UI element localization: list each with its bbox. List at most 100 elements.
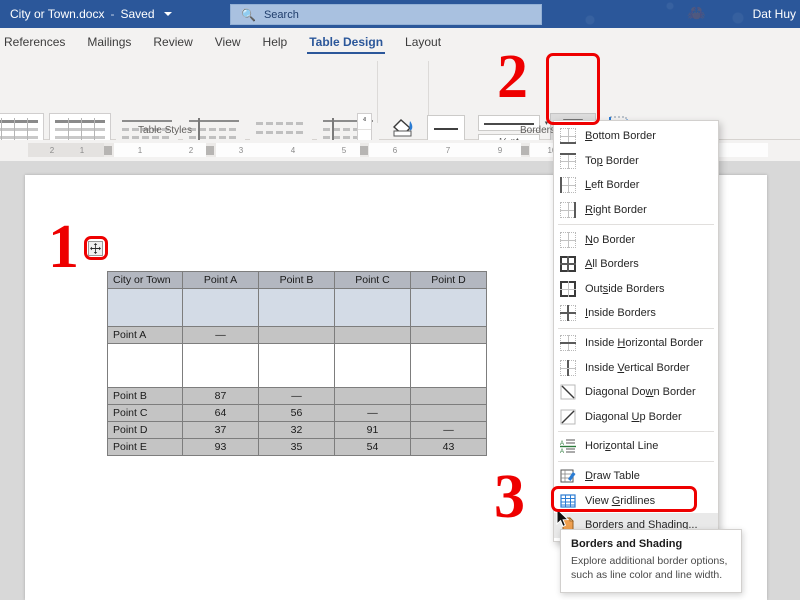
table-cell[interactable]: 54 xyxy=(335,439,411,456)
borders-dropdown-menu[interactable]: Bottom Border Top Border Left Border Rig… xyxy=(553,120,719,542)
table-cell[interactable] xyxy=(259,327,335,344)
menu-separator xyxy=(558,431,714,432)
tab-mailings[interactable]: Mailings xyxy=(76,28,142,55)
ruler-mark: 5 xyxy=(342,146,346,155)
table-cell[interactable] xyxy=(335,289,411,327)
table-cell[interactable] xyxy=(259,289,335,327)
draw-table-icon xyxy=(560,468,576,484)
search-placeholder: Search xyxy=(264,9,299,21)
table-cell[interactable] xyxy=(335,388,411,405)
table-cell[interactable]: 43 xyxy=(411,439,487,456)
tab-help[interactable]: Help xyxy=(252,28,299,55)
table-cell[interactable] xyxy=(259,344,335,388)
search-input[interactable]: 🔍 Search xyxy=(230,4,542,25)
table-cell[interactable]: 32 xyxy=(259,422,335,439)
table-header-cell[interactable]: City or Town xyxy=(108,272,183,289)
tab-view[interactable]: View xyxy=(204,28,252,55)
menu-item-diagonal-up-border[interactable]: Diagonal Up Border xyxy=(554,405,718,430)
menu-item-right-border[interactable]: Right Border xyxy=(554,198,718,223)
menu-item-label: Diagonal Up Border xyxy=(585,411,682,423)
menu-item-no-border[interactable]: No Border xyxy=(554,227,718,252)
table-cell[interactable]: Point B xyxy=(108,388,183,405)
table-row[interactable]: Point E 93 35 54 43 xyxy=(108,439,487,456)
table-cell[interactable]: Point D xyxy=(108,422,183,439)
table-row[interactable]: Point C 64 56 — xyxy=(108,405,487,422)
table-cell[interactable]: Point E xyxy=(108,439,183,456)
table-cell[interactable]: 37 xyxy=(183,422,259,439)
table-cell[interactable] xyxy=(411,327,487,344)
annotation-rect-3 xyxy=(551,486,697,512)
table-header-cell[interactable]: Point D xyxy=(411,272,487,289)
table-cell[interactable]: — xyxy=(259,388,335,405)
table-cell[interactable] xyxy=(183,289,259,327)
ruler-mark: 6 xyxy=(393,146,397,155)
table-cell[interactable] xyxy=(411,388,487,405)
table-cell[interactable] xyxy=(411,344,487,388)
menu-item-bottom-border[interactable]: Bottom Border xyxy=(554,124,718,149)
table-header-row: City or Town Point A Point B Point C Poi… xyxy=(108,272,487,289)
menu-item-inside-horizontal-border[interactable]: Inside Horizontal Border xyxy=(554,331,718,356)
menu-item-all-borders[interactable]: All Borders xyxy=(554,252,718,277)
menu-item-outside-borders[interactable]: Outside Borders xyxy=(554,277,718,302)
table-cell[interactable]: 64 xyxy=(183,405,259,422)
table-cell[interactable] xyxy=(335,327,411,344)
chevron-down-icon[interactable] xyxy=(164,12,172,16)
ruler-tab-stop[interactable] xyxy=(521,146,529,155)
table-cell[interactable]: Point A xyxy=(108,327,183,344)
table-cell[interactable] xyxy=(108,289,183,327)
annotation-rect-2 xyxy=(546,53,600,125)
menu-item-inside-vertical-border[interactable]: Inside Vertical Border xyxy=(554,355,718,380)
ruler-mark: 2 xyxy=(189,146,193,155)
tab-review[interactable]: Review xyxy=(142,28,203,55)
gallery-scroll-up-button[interactable]: ⱏ xyxy=(358,114,371,130)
table-cell[interactable]: — xyxy=(411,422,487,439)
table-cell[interactable] xyxy=(411,405,487,422)
right-border-icon xyxy=(560,202,576,218)
tab-references[interactable]: References xyxy=(2,28,76,55)
tab-label: Layout xyxy=(405,35,441,49)
table-cell[interactable]: Point C xyxy=(108,405,183,422)
tooltip-title: Borders and Shading xyxy=(571,538,731,550)
table-cell[interactable] xyxy=(335,344,411,388)
table-cell[interactable] xyxy=(183,344,259,388)
table-cell[interactable] xyxy=(108,344,183,388)
document-title[interactable]: City or Town.docx - Saved xyxy=(10,0,172,28)
table-header-cell[interactable]: Point A xyxy=(183,272,259,289)
table-row[interactable]: Point A — xyxy=(108,327,487,344)
user-account[interactable]: Dat Huy xyxy=(753,0,796,28)
menu-item-label: No Border xyxy=(585,234,635,246)
tab-layout[interactable]: Layout xyxy=(394,28,452,55)
inside-vertical-border-icon xyxy=(560,360,576,376)
menu-item-top-border[interactable]: Top Border xyxy=(554,149,718,174)
menu-item-draw-table[interactable]: Draw Table xyxy=(554,464,718,489)
menu-item-label: All Borders xyxy=(585,258,639,270)
table-cell[interactable]: — xyxy=(183,327,259,344)
menu-item-diagonal-down-border[interactable]: Diagonal Down Border xyxy=(554,380,718,405)
menu-item-horizontal-line[interactable]: A A Horizontal Line xyxy=(554,434,718,459)
menu-item-label: Horizontal Line xyxy=(585,440,658,452)
ruler-tab-stop[interactable] xyxy=(206,146,214,155)
table-cell[interactable]: 87 xyxy=(183,388,259,405)
table-cell[interactable]: 93 xyxy=(183,439,259,456)
table-cell[interactable]: 35 xyxy=(259,439,335,456)
ruler-tab-stop[interactable] xyxy=(104,146,112,155)
table-row[interactable] xyxy=(108,289,487,327)
ruler-tab-stop[interactable] xyxy=(360,146,368,155)
document-name: City or Town.docx xyxy=(10,7,104,21)
table-cell[interactable] xyxy=(411,289,487,327)
document-table[interactable]: City or Town Point A Point B Point C Poi… xyxy=(107,271,487,456)
table-cell[interactable]: 91 xyxy=(335,422,411,439)
diagonal-down-border-icon xyxy=(560,384,576,400)
tab-table-design[interactable]: Table Design xyxy=(298,28,394,55)
bottom-border-icon xyxy=(560,128,576,144)
table-header-cell[interactable]: Point B xyxy=(259,272,335,289)
menu-item-inside-borders[interactable]: Inside Borders xyxy=(554,301,718,326)
menu-item-left-border[interactable]: Left Border xyxy=(554,173,718,198)
table-cell[interactable]: — xyxy=(335,405,411,422)
table-header-cell[interactable]: Point C xyxy=(335,272,411,289)
table-row[interactable] xyxy=(108,344,487,388)
table-cell[interactable]: 56 xyxy=(259,405,335,422)
table-row[interactable]: Point B 87 — xyxy=(108,388,487,405)
table-row[interactable]: Point D 37 32 91 — xyxy=(108,422,487,439)
menu-item-label: Inside Horizontal Border xyxy=(585,337,703,349)
